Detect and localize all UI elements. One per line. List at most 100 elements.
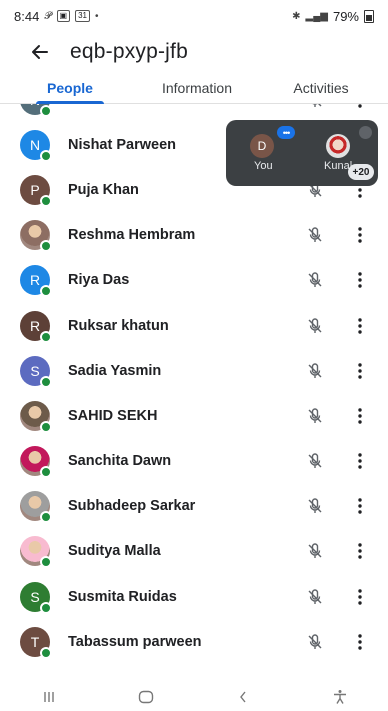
participant-tile: Kunal +20: [302, 120, 378, 186]
online-status-dot: [40, 601, 52, 614]
back-nav-button[interactable]: [223, 690, 263, 704]
system-nav-bar: [0, 683, 388, 711]
participant-avatar: S: [20, 355, 52, 388]
accessibility-button[interactable]: [320, 689, 360, 705]
participant-row[interactable]: Suditya Malla: [0, 529, 388, 574]
participant-avatar: [20, 536, 52, 569]
mic-off-icon[interactable]: [305, 406, 325, 426]
recents-icon: [43, 692, 54, 702]
more-options-button[interactable]: [350, 359, 370, 383]
mic-off-icon[interactable]: [305, 587, 325, 607]
mic-off-icon[interactable]: [305, 361, 325, 381]
signal-icon: ▂▄▆: [305, 10, 328, 22]
mic-off-icon[interactable]: [305, 270, 325, 290]
participant-name: Subhadeep Sarkar: [68, 498, 196, 515]
participant-avatar: [20, 220, 52, 253]
gallery-icon: ▣: [56, 10, 71, 22]
more-options-button[interactable]: [350, 314, 370, 338]
more-options-button[interactable]: [350, 268, 370, 292]
participant-avatar: [20, 491, 52, 524]
participant-name: Susmita Ruidas: [68, 588, 177, 605]
mic-off-icon[interactable]: [305, 225, 325, 245]
more-options-button[interactable]: [350, 585, 370, 609]
participant-photo: [326, 134, 350, 158]
more-options-button[interactable]: [350, 223, 370, 247]
mic-off-icon[interactable]: [305, 496, 325, 516]
participant-avatar: N: [20, 129, 52, 162]
more-options-button[interactable]: [350, 404, 370, 428]
meeting-code-title: eqb-pxyp-jfb: [70, 40, 188, 63]
back-button[interactable]: [20, 32, 60, 72]
online-status-dot: [40, 285, 52, 298]
avatar-initial: S: [30, 588, 40, 605]
avatar-initial: R: [29, 317, 41, 334]
more-options-button[interactable]: [350, 104, 370, 112]
participant-row[interactable]: Reshma Hembram: [0, 213, 388, 258]
avatar-initial: S: [30, 362, 40, 379]
online-status-dot: [40, 511, 52, 524]
tab-bar: People Information Activities: [0, 72, 388, 104]
participant-name: Sadia Yasmin: [68, 362, 162, 379]
bluetooth-icon: ✱: [292, 10, 301, 22]
chevron-left-icon: [239, 691, 246, 703]
people-list[interactable]: N Nisha Bouri N Nishat Parween P Puja Khan Res…: [0, 104, 388, 683]
tab-activities[interactable]: Activities: [254, 72, 388, 103]
more-options-button[interactable]: [350, 449, 370, 473]
participant-name: Tabassum parween: [68, 633, 202, 650]
online-status-dot: [40, 240, 52, 253]
mic-off-icon[interactable]: [305, 632, 325, 652]
more-options-button[interactable]: [350, 539, 370, 563]
mic-off-icon[interactable]: [305, 451, 325, 471]
participant-avatar: P: [20, 174, 52, 207]
participant-row[interactable]: R Ruksar khatun: [0, 303, 388, 348]
self-tile: D ••• You: [226, 120, 302, 186]
avatar-initial: T: [30, 633, 40, 650]
more-options-button[interactable]: [350, 630, 370, 654]
battery-icon: [364, 9, 374, 23]
participant-avatar: R: [20, 310, 52, 343]
participant-row[interactable]: T Tabassum parween: [0, 619, 388, 664]
online-status-dot: [40, 149, 52, 162]
participant-avatar: [20, 400, 52, 433]
accessibility-icon: [333, 690, 346, 704]
online-status-dot: [40, 375, 52, 388]
participant-name: Puja Khan: [68, 181, 139, 198]
participant-row[interactable]: S Susmita Ruidas: [0, 574, 388, 619]
picture-in-picture-tiles[interactable]: D ••• You Kunal +20: [226, 120, 378, 186]
online-status-dot: [40, 194, 52, 207]
participant-name: Reshma Hembram: [68, 227, 196, 244]
participant-row[interactable]: S Sadia Yasmin: [0, 348, 388, 393]
self-avatar: D: [250, 134, 274, 158]
participant-name: Nisha Bouri: [68, 104, 149, 108]
tab-information[interactable]: Information: [140, 72, 254, 103]
tab-people[interactable]: People: [0, 72, 140, 104]
avatar-initial: R: [29, 272, 41, 289]
participant-row[interactable]: SAHID SEKH: [0, 393, 388, 438]
recents-button[interactable]: [29, 690, 69, 704]
status-time: 8:44: [14, 8, 40, 24]
mic-off-icon[interactable]: [305, 316, 325, 336]
participant-name: Sanchita Dawn: [68, 453, 172, 470]
speaking-indicator-icon: •••: [277, 126, 295, 139]
participant-avatar: R: [20, 265, 52, 298]
app-bar: eqb-pxyp-jfb: [0, 32, 388, 72]
avatar-initial: N: [30, 104, 40, 108]
notification-icon: 𝓟: [44, 10, 52, 22]
online-status-dot: [40, 466, 52, 479]
status-bar: 8:44 𝓟 ▣ 31 • ✱ ▂▄▆ 79%: [0, 0, 388, 32]
participant-name: SAHID SEKH: [68, 407, 158, 424]
dot-icon: •: [95, 10, 99, 22]
participant-avatar: [20, 446, 52, 479]
participant-row[interactable]: Subhadeep Sarkar: [0, 484, 388, 529]
participant-name: Riya Das: [68, 272, 130, 289]
participant-row[interactable]: R Riya Das: [0, 258, 388, 303]
online-status-dot: [40, 104, 52, 117]
mic-off-icon[interactable]: [305, 541, 325, 561]
mic-off-icon[interactable]: [305, 104, 325, 110]
calendar-icon: 31: [75, 10, 90, 22]
participant-row[interactable]: Sanchita Dawn: [0, 439, 388, 484]
battery-level: 79%: [332, 8, 359, 24]
participant-name: Nishat Parween: [68, 136, 176, 153]
more-options-button[interactable]: [350, 494, 370, 518]
home-button[interactable]: [126, 690, 166, 704]
